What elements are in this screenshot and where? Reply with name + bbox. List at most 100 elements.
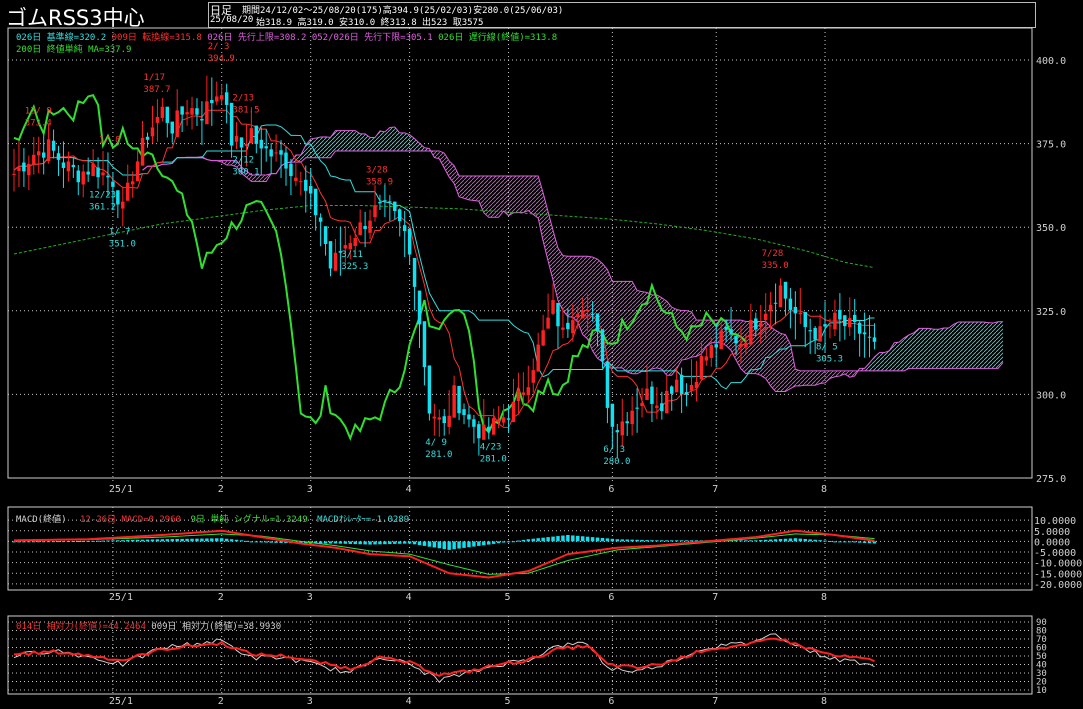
price-xtick-label: 7	[712, 484, 718, 495]
macd-osc-bar	[412, 541, 417, 545]
ichimoku-cloud-segment	[938, 328, 944, 369]
macd-osc-bar	[41, 541, 46, 543]
macd-osc-bar	[531, 538, 535, 542]
price-xtick-label: 5	[505, 484, 511, 495]
candle-body	[200, 119, 204, 121]
price-xtick-label: 25/1	[109, 484, 133, 495]
macd-osc-bar	[388, 541, 392, 545]
macd-osc-bar	[165, 539, 170, 542]
macd-osc-bar	[264, 541, 268, 543]
macd-osc-bar	[66, 541, 71, 543]
candle-body	[244, 143, 249, 146]
ichimoku-cloud-segment	[468, 175, 474, 201]
ichimoku-cloud-segment	[988, 322, 994, 369]
macd-osc-bar	[368, 541, 372, 545]
candle-body	[472, 419, 476, 427]
candle-body	[313, 188, 318, 216]
candle-body	[51, 140, 56, 151]
macd-osc-bar	[358, 541, 362, 545]
macd-osc-bar	[754, 540, 758, 542]
macd-osc-bar	[660, 540, 664, 542]
macd-osc-bar	[511, 541, 516, 543]
candle-body	[645, 388, 649, 400]
ichimoku-cloud-segment	[528, 175, 534, 215]
macd-osc-bar	[763, 539, 768, 542]
macd-osc-bar	[234, 539, 239, 542]
macd-osc-bar	[526, 539, 531, 542]
macd-osc-bar	[645, 540, 649, 542]
candle-body	[254, 125, 259, 144]
candle-body	[823, 324, 827, 327]
ichimoku-cloud-segment	[805, 370, 811, 386]
macd-osc-bar	[224, 538, 229, 542]
macd-osc-bar	[259, 541, 263, 543]
price-tick-label: 350.0	[1036, 223, 1066, 234]
candle-body	[477, 424, 481, 439]
candle-body	[91, 163, 95, 177]
macd-osc-bar	[239, 540, 244, 542]
macd-osc-bar	[843, 541, 847, 543]
candle-body	[180, 106, 184, 115]
ichimoku-cloud-segment	[651, 295, 657, 369]
ichimoku-cloud-segment	[498, 175, 504, 218]
macd-osc-bar	[363, 541, 367, 545]
price-tick-label: 400.0	[1036, 56, 1066, 67]
rsi-xtick-label: 4	[406, 696, 412, 707]
macd-osc-bar	[467, 541, 471, 548]
candle-body	[140, 137, 145, 166]
macd-osc-bar	[81, 540, 85, 542]
ichimoku-cloud-segment	[370, 137, 376, 151]
candle-body	[635, 407, 639, 409]
macd-osc-bar	[254, 541, 259, 543]
macd-xtick-label: 5	[505, 592, 511, 603]
ichimoku-cloud-segment	[765, 321, 771, 386]
price-annotation: 325.3	[341, 262, 368, 272]
candle-body	[358, 222, 362, 236]
price-annotation: 361.2	[89, 203, 116, 213]
macd-osc-bar	[506, 541, 511, 543]
macd-osc-bar	[155, 539, 160, 542]
candle-body	[116, 190, 120, 205]
candle-body	[848, 318, 852, 328]
ichimoku-cloud-segment	[998, 321, 1004, 369]
macd-xtick-label: 3	[307, 592, 313, 603]
ichimoku-cloud-segment	[899, 337, 905, 371]
candle-body	[437, 417, 442, 420]
macd-osc-bar	[22, 541, 26, 543]
candle-body	[383, 200, 387, 202]
price-annotation: 351.0	[109, 239, 136, 249]
macd-osc-bar	[219, 538, 224, 542]
candle-body	[778, 285, 783, 308]
macd-osc-bar	[398, 541, 402, 544]
macd-osc-bar	[783, 538, 788, 542]
candle-body	[432, 416, 437, 419]
ichimoku-cloud-segment	[933, 329, 939, 369]
candle-body	[71, 164, 76, 168]
price-annotation: 1/ 7	[109, 227, 131, 237]
macd-osc-bar	[516, 540, 521, 542]
macd-osc-bar	[590, 537, 595, 542]
macd-osc-bar	[145, 539, 150, 542]
ichimoku-cloud-segment	[968, 321, 974, 369]
candle-body	[704, 356, 709, 361]
macd-osc-bar	[556, 536, 560, 542]
macd-osc-bar	[684, 540, 689, 542]
candle-body	[793, 306, 798, 314]
candle-body	[299, 181, 303, 183]
ichimoku-cloud-segment	[562, 255, 568, 317]
candle-body	[76, 170, 81, 183]
candle-body	[541, 330, 545, 346]
ichimoku-cloud-segment	[894, 342, 900, 371]
macd-tick-label: 10.0000	[1034, 516, 1076, 527]
price-annotation: 12/ 9	[25, 106, 52, 116]
price-annotation: 381.5	[232, 106, 259, 116]
candle-body	[585, 310, 590, 312]
candle-body	[343, 245, 348, 249]
ichimoku-cloud-segment	[379, 130, 385, 151]
candle-body	[615, 430, 620, 433]
macd-osc-bar	[393, 541, 397, 544]
macd-osc-bar	[442, 541, 446, 550]
candle-body	[130, 181, 135, 185]
candle-body	[679, 374, 684, 394]
macd-osc-bar	[838, 541, 842, 543]
